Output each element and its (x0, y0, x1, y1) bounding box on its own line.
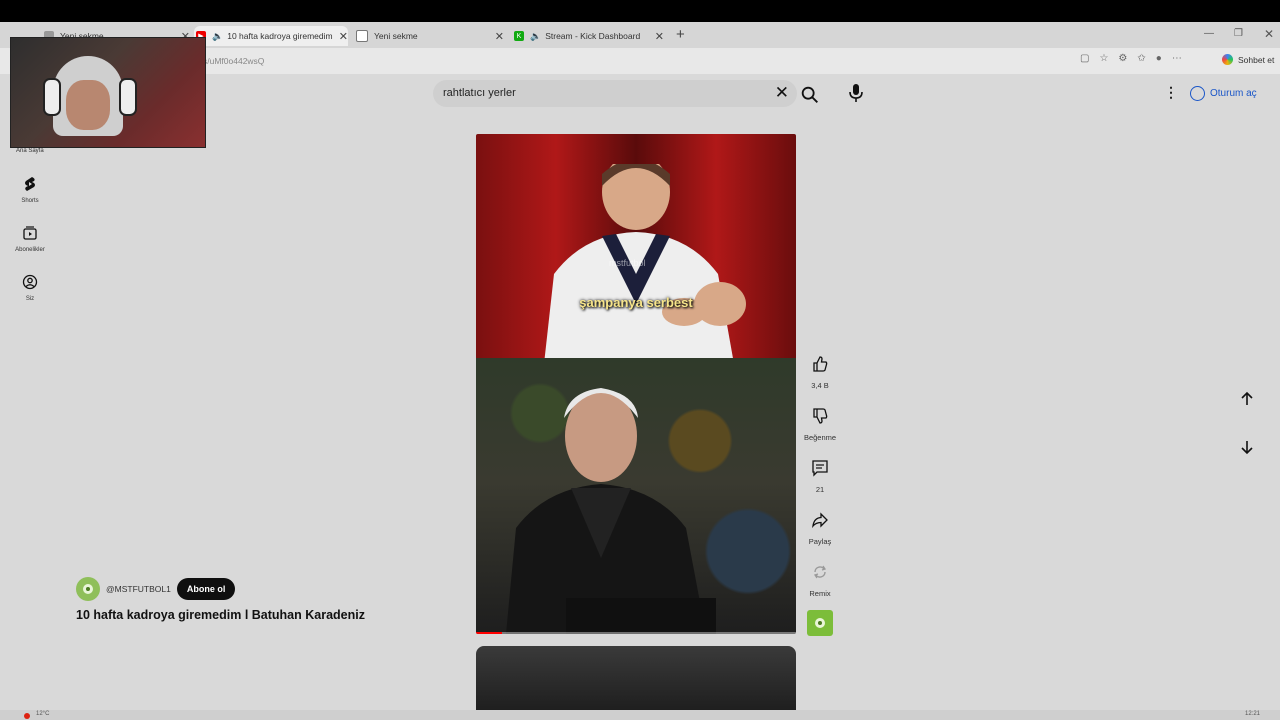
profile-icon[interactable]: ● (1156, 53, 1162, 64)
tab-new-2[interactable]: Yeni sekme ✕ (356, 26, 504, 46)
channel-thumbnail[interactable] (807, 610, 833, 636)
tab-title: Yeni sekme (374, 31, 418, 41)
comment-icon (812, 460, 828, 477)
thumbs-down-icon (813, 408, 828, 424)
channel-watermark: mstfutbol (609, 258, 646, 268)
sidebar-label: Siz (25, 296, 35, 302)
remix-button[interactable]: Remix (802, 563, 838, 598)
shorts-icon (25, 177, 35, 191)
share-arrow-icon (812, 512, 828, 529)
video-caption: şampanya serbest (579, 295, 693, 310)
toolbar-icons: ▢ ☆ ⚙ ✩ ● ⋯ (1080, 53, 1182, 64)
remix-label: Remix (809, 589, 831, 598)
search-box[interactable]: rahtlatıcı yerler ✕ (433, 80, 797, 107)
headphone-right (119, 78, 137, 116)
shorts-video-player[interactable]: mstfutbol şampanya serbest (476, 134, 796, 634)
tab-close-icon[interactable]: ✕ (655, 30, 664, 43)
taskbar: 12°C 12:21 (0, 710, 1280, 720)
account-icon (22, 274, 38, 290)
extensions-icon[interactable]: ⚙ (1118, 53, 1127, 64)
tab-title: Stream - Kick Dashboard (545, 31, 641, 41)
close-window-icon[interactable]: ✕ (1264, 27, 1274, 41)
webcam-overlay (10, 37, 206, 148)
webcam-face (66, 80, 110, 130)
comments-button[interactable]: 21 (802, 459, 838, 494)
sign-in-label: Oturum aç (1210, 87, 1257, 99)
more-icon[interactable]: ⋯ (1172, 53, 1182, 64)
channel-logo-icon (815, 618, 825, 628)
sidebar-item-shorts[interactable]: Shorts (6, 176, 54, 204)
weather-icon (24, 713, 30, 719)
new-tab-button[interactable]: + (676, 26, 685, 43)
sidebar-label: Abonelikler (15, 247, 45, 253)
channel-logo-icon (83, 584, 93, 594)
video-progress-fill (476, 632, 502, 634)
search-input[interactable]: rahtlatıcı yerler (443, 87, 516, 99)
video-progress-bar[interactable] (476, 632, 796, 634)
like-count: 3,4 B (811, 381, 829, 390)
settings-menu-icon[interactable]: ⋮ (1164, 84, 1178, 101)
youtube-page: rahtlatıcı yerler ✕ ⋮ Oturum aç Ana Sayf… (0, 74, 1280, 710)
dislike-label: Beğenme (803, 433, 837, 442)
copilot-label: Sohbet et (1238, 54, 1275, 65)
sidebar-item-subscriptions[interactable]: Abonelikler (6, 225, 54, 253)
sign-in-button[interactable]: Oturum aç (1190, 80, 1257, 106)
weather-temp: 12°C (36, 711, 50, 717)
share-label: Paylaş (808, 537, 832, 546)
subscriptions-icon (23, 226, 37, 240)
dislike-button[interactable]: Beğenme (802, 407, 838, 442)
taskbar-clock: 12:21 (1244, 711, 1260, 717)
channel-handle[interactable]: @MSTFUTBOL1 (106, 584, 171, 594)
clear-search-icon[interactable]: ✕ (775, 83, 789, 103)
tab-title: 10 hafta kadroya giremedim (227, 31, 333, 41)
sidebar-label: Shorts (21, 198, 39, 204)
thumbs-up-icon (813, 356, 828, 372)
audio-icon[interactable]: 🔈 (212, 31, 223, 42)
search-icon[interactable] (799, 84, 821, 106)
restore-icon[interactable]: ❐ (1234, 28, 1243, 39)
next-short-arrow-icon[interactable] (1238, 438, 1256, 456)
copilot-button[interactable]: Sohbet et (1222, 54, 1274, 65)
tab-page-icon (356, 30, 368, 42)
share-button[interactable]: Paylaş (802, 511, 838, 546)
coach-figure (506, 388, 716, 634)
remix-icon (813, 565, 827, 579)
sidebar-item-you[interactable]: Siz (6, 274, 54, 302)
reader-icon[interactable]: ▢ (1080, 53, 1089, 64)
tab-kick-dashboard[interactable]: K 🔈 Stream - Kick Dashboard ✕ (514, 26, 664, 46)
tab-close-icon[interactable]: ✕ (495, 30, 504, 43)
video-frame-top: mstfutbol şampanya serbest (476, 134, 796, 364)
minimize-icon[interactable]: — (1204, 28, 1214, 39)
comment-count: 21 (815, 485, 825, 494)
headphone-left (43, 78, 61, 116)
copilot-icon (1222, 54, 1233, 65)
favorites-icon[interactable]: ✩ (1137, 53, 1145, 64)
channel-info: @MSTFUTBOL1 Abone ol (76, 577, 236, 601)
audio-icon[interactable]: 🔈 (530, 31, 541, 42)
channel-avatar[interactable] (76, 577, 100, 601)
like-button[interactable]: 3,4 B (802, 355, 838, 390)
account-circle-icon (1190, 85, 1205, 101)
sidebar-item-home[interactable]: Ana Sayfa (16, 148, 44, 154)
favorite-star-icon[interactable]: ☆ (1099, 53, 1108, 64)
tab-youtube-short[interactable]: ▶ 🔈 10 hafta kadroya giremedim ✕ (194, 26, 348, 46)
microphone-icon[interactable] (848, 83, 864, 103)
video-frame-bottom (476, 358, 796, 634)
video-title[interactable]: 10 hafta kadroya giremedim l Batuhan Kar… (76, 608, 365, 622)
previous-short-arrow-icon[interactable] (1238, 390, 1256, 408)
subscribe-button[interactable]: Abone ol (176, 578, 236, 600)
url-text[interactable]: s/uMf0o442wsQ (203, 56, 264, 66)
kick-favicon-icon: K (514, 31, 524, 41)
next-short-preview[interactable] (476, 646, 796, 710)
screen-top-bar (0, 0, 1280, 22)
tab-close-icon[interactable]: ✕ (339, 30, 348, 43)
